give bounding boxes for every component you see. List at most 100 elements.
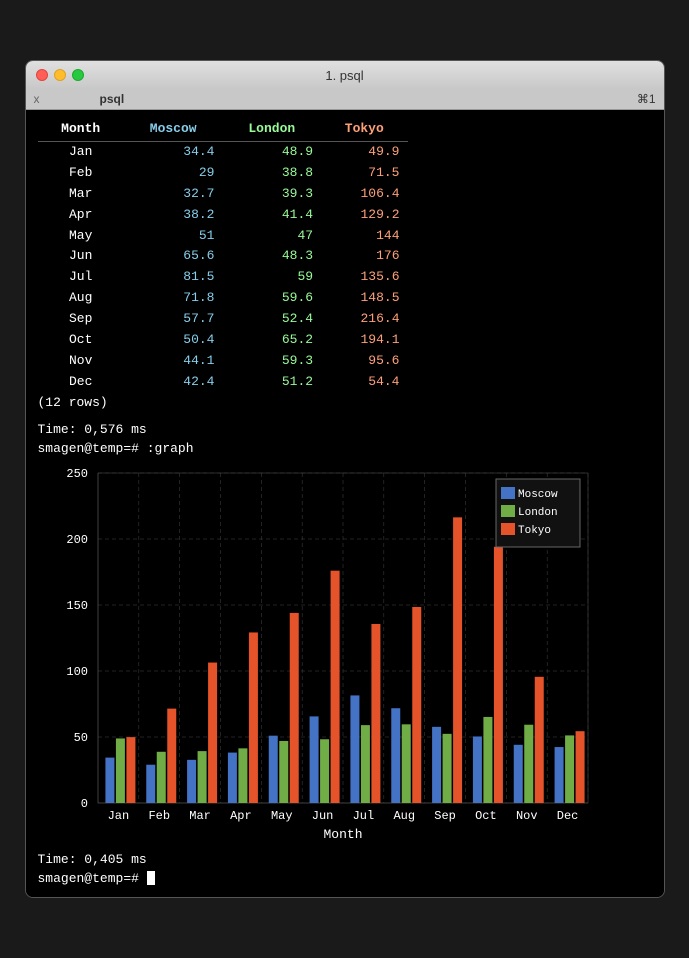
bar-moscow [146,765,155,803]
bar-london [238,748,247,803]
col-month: Month [38,118,124,141]
bar-moscow [391,708,400,803]
time-line-1: Time: 0,576 ms [38,421,652,440]
bar-moscow [309,716,318,803]
bar-tokyo [248,632,257,803]
tab-bar: x psql ⌘1 [26,89,664,110]
close-button[interactable] [36,69,48,81]
bar-moscow [350,695,359,803]
bar-tokyo [534,677,543,803]
bar-london [524,725,533,803]
table-row: Oct50.465.2194.1 [38,330,408,351]
y-label-0: 0 [80,797,87,811]
bar-tokyo [289,613,298,803]
x-label: Oct [475,809,497,823]
table-row: Jul81.559135.6 [38,267,408,288]
x-label: Sep [434,809,456,823]
tab-close-icon[interactable]: x [34,92,40,106]
terminal-content: Month Moscow London Tokyo Jan34.448.949.… [26,110,664,896]
legend-london-label: London [518,507,558,519]
table-header-row: Month Moscow London Tokyo [38,118,408,141]
bar-tokyo [412,607,421,803]
bar-moscow [187,760,196,803]
bar-tokyo [167,709,176,803]
bar-tokyo [126,737,135,803]
col-tokyo: Tokyo [321,118,407,141]
time-line-2: Time: 0,405 ms [38,851,652,870]
col-london: London [222,118,321,141]
tab-shortcut: ⌘1 [637,92,656,106]
bar-london [442,734,451,803]
bar-tokyo [453,517,462,803]
bottom-lines: Time: 0,405 ms smagen@temp=# [38,851,652,889]
legend-moscow-swatch [501,487,515,499]
y-label-250: 250 [66,467,88,481]
table-row: Nov44.159.395.6 [38,351,408,372]
legend-tokyo-swatch [501,523,515,535]
bar-tokyo [371,624,380,803]
x-axis-title: Month [323,827,362,842]
traffic-lights [36,69,84,81]
bar-london [156,752,165,803]
legend-london-swatch [501,505,515,517]
table-row: Jan34.448.949.9 [38,142,408,163]
table-row: May5147144 [38,226,408,247]
table-row: Aug71.859.6148.5 [38,288,408,309]
bar-london [360,725,369,803]
maximize-button[interactable] [72,69,84,81]
x-label: Feb [148,809,170,823]
col-moscow: Moscow [124,118,223,141]
bar-moscow [227,752,236,802]
table-row: Feb2938.871.5 [38,163,408,184]
chart-svg: 0 50 100 150 200 250 JanFebMarAprMayJunJ… [38,463,618,843]
tab-name[interactable]: psql [100,92,125,106]
bar-tokyo [575,731,584,803]
table-row: Sep57.752.4216.4 [38,309,408,330]
bar-london [279,741,288,803]
bar-london [115,738,124,803]
row-count: (12 rows) [38,394,652,413]
titlebar: 1. psql [26,61,664,89]
bar-london [565,735,574,803]
y-label-100: 100 [66,665,88,679]
bar-moscow [105,757,114,802]
y-label-200: 200 [66,533,88,547]
bar-moscow [268,736,277,803]
bar-london [483,717,492,803]
bar-london [401,724,410,803]
x-label: Nov [515,809,537,823]
x-label: Jan [107,809,129,823]
table-row: Mar32.739.3106.4 [38,184,408,205]
x-label: Mar [189,809,211,823]
x-label: Dec [556,809,578,823]
bar-moscow [472,736,481,803]
x-label: Aug [393,809,415,823]
x-label: Apr [230,809,252,823]
legend-tokyo-label: Tokyo [518,525,551,537]
bar-tokyo [493,547,502,803]
table-row: Dec42.451.254.4 [38,372,408,393]
bar-tokyo [208,662,217,802]
bar-moscow [513,745,522,803]
terminal-window: 1. psql x psql ⌘1 Month Moscow London To… [25,60,665,897]
x-label: May [270,809,292,823]
bar-moscow [554,747,563,803]
data-table: Month Moscow London Tokyo Jan34.448.949.… [38,118,652,413]
bar-chart: 0 50 100 150 200 250 JanFebMarAprMayJunJ… [38,463,652,843]
prompt-line-2: smagen@temp=# [38,870,652,889]
legend-moscow-label: Moscow [518,489,558,501]
bar-moscow [432,727,441,803]
x-axis-labels: Jan Feb Mar Apr May Jun Jul Aug Sep Oct Nov Dec [107,809,578,823]
table-row: Apr38.241.4129.2 [38,205,408,226]
bar-tokyo [330,571,339,803]
minimize-button[interactable] [54,69,66,81]
bar-london [320,739,329,803]
y-label-150: 150 [66,599,88,613]
prompt-line-1: smagen@temp=# :graph [38,440,652,459]
x-label: Jun [311,809,333,823]
y-label-50: 50 [73,731,87,745]
window-title: 1. psql [325,68,363,83]
bar-london [197,751,206,803]
x-label: Jul [352,809,374,823]
table-row: Jun65.648.3176 [38,246,408,267]
